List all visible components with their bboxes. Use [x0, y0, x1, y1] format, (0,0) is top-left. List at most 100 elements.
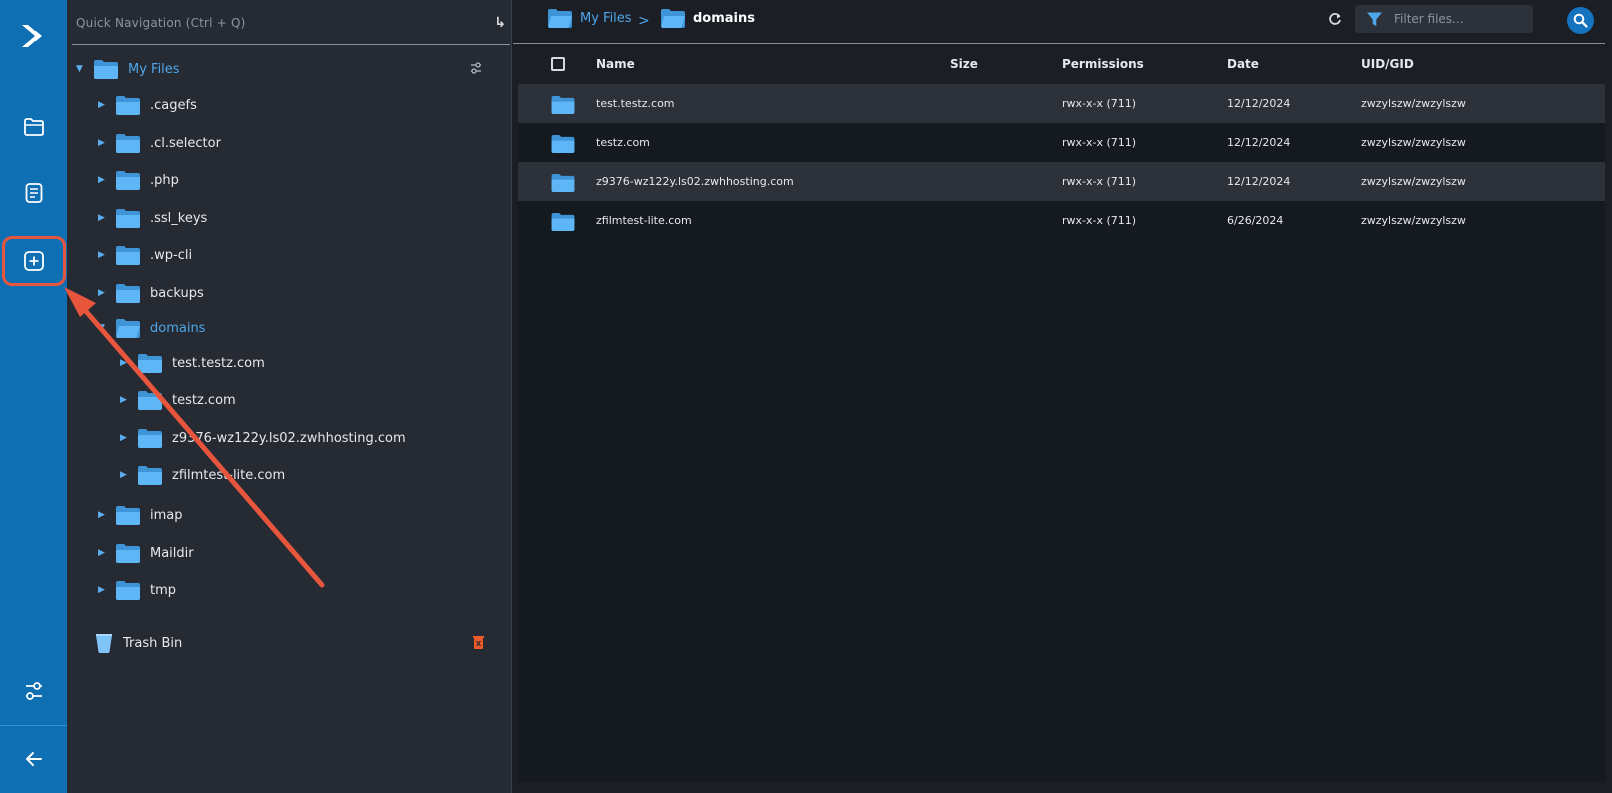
file-manager-app: Quick Navigation (Ctrl + Q) ↳ ▼ My Files…	[0, 0, 1612, 793]
tree-item-test-testz-com[interactable]: ▶ test.testz.com	[120, 346, 265, 380]
rail-new-button[interactable]	[2, 236, 66, 286]
tree-item-trash-bin[interactable]: Trash Bin	[95, 626, 484, 660]
tree-item-wp-cli[interactable]: ▶ .wp-cli	[98, 238, 192, 272]
cell-date: 12/12/2024	[1227, 175, 1291, 188]
search-button[interactable]	[1567, 7, 1594, 34]
folder-icon	[138, 429, 162, 448]
column-header-size[interactable]: Size	[950, 57, 978, 71]
tree-label: .php	[150, 172, 179, 188]
cell-date: 12/12/2024	[1227, 97, 1291, 110]
breadcrumb-label: My Files	[580, 10, 632, 26]
tree-item-php[interactable]: ▶ .php	[98, 163, 179, 197]
cell-date: 12/12/2024	[1227, 136, 1291, 149]
logo-icon	[21, 25, 42, 47]
tree-label: backups	[150, 285, 204, 301]
tree-item-z9376-zwhhosting-com[interactable]: ▶ z9376-wz122y.ls02.zwhhosting.com	[120, 421, 406, 455]
folder-icon	[94, 60, 118, 79]
arrow-left-icon	[25, 752, 42, 766]
tree-label: .ssl_keys	[150, 210, 208, 226]
delete-icon[interactable]	[473, 636, 484, 649]
breadcrumb-domains[interactable]: domains	[661, 8, 755, 28]
trash-icon	[96, 634, 112, 653]
table-row[interactable]: test.testz.com rwx-x-x (711) 12/12/2024 …	[518, 84, 1605, 123]
caret-down-icon[interactable]: ▼	[98, 323, 108, 333]
folder-icon	[548, 9, 572, 28]
folder-icon	[116, 171, 140, 190]
caret-right-icon[interactable]: ▶	[98, 548, 108, 558]
caret-right-icon[interactable]: ▶	[120, 358, 130, 368]
filter-input[interactable]	[1394, 12, 1524, 26]
folder-icon	[116, 506, 140, 525]
tree-item-backups[interactable]: ▶ backups	[98, 276, 204, 310]
rail-back-button[interactable]	[0, 734, 67, 784]
rail-files-button[interactable]	[0, 102, 67, 152]
folder-icon	[138, 391, 162, 410]
caret-right-icon[interactable]: ▶	[120, 395, 130, 405]
column-header-name[interactable]: Name	[596, 57, 635, 71]
caret-right-icon[interactable]: ▶	[98, 175, 108, 185]
caret-right-icon[interactable]: ▶	[98, 250, 108, 260]
caret-right-icon[interactable]: ▶	[98, 213, 108, 223]
tree-item-testz-com[interactable]: ▶ testz.com	[120, 383, 236, 417]
cell-permissions: rwx-x-x (711)	[1062, 97, 1137, 110]
tree-label: .wp-cli	[150, 247, 193, 263]
table-row[interactable]: zfilmtest-lite.com rwx-x-x (711) 6/26/20…	[518, 201, 1605, 240]
tree-item-ssl-keys[interactable]: ▶ .ssl_keys	[98, 201, 207, 235]
tree-item-imap[interactable]: ▶ imap	[98, 498, 183, 532]
folder-icon	[551, 134, 575, 153]
tree-item-maildir[interactable]: ▶ Maildir	[98, 536, 194, 570]
folder-icon	[23, 118, 44, 136]
cell-uid-gid: zwzylszw/zwzylszw	[1361, 175, 1466, 188]
tree-label: testz.com	[172, 392, 236, 408]
caret-right-icon[interactable]: ▶	[98, 585, 108, 595]
tree-label: Maildir	[150, 545, 194, 561]
column-header-uid-gid[interactable]: UID/GID	[1361, 57, 1414, 71]
column-header-permissions[interactable]: Permissions	[1062, 57, 1144, 71]
settings-sliders-icon	[25, 682, 42, 700]
logo-button[interactable]	[0, 12, 67, 60]
tree-label: test.testz.com	[172, 355, 265, 371]
caret-right-icon[interactable]: ▶	[98, 510, 108, 520]
rail-editor-button[interactable]	[0, 168, 67, 218]
refresh-icon[interactable]	[1328, 12, 1342, 26]
cell-permissions: rwx-x-x (711)	[1062, 175, 1137, 188]
caret-right-icon[interactable]: ▶	[98, 288, 108, 298]
rail-settings-button[interactable]	[0, 666, 67, 716]
tune-icon[interactable]	[470, 61, 482, 75]
breadcrumb-my-files[interactable]: My Files	[548, 8, 632, 28]
caret-right-icon[interactable]: ▶	[98, 100, 108, 110]
quick-navigation-go-icon[interactable]: ↳	[494, 15, 506, 31]
column-header-date[interactable]: Date	[1227, 57, 1259, 71]
cell-name: zfilmtest-lite.com	[596, 214, 692, 227]
tree-item-tmp[interactable]: ▶ tmp	[98, 573, 176, 607]
folder-icon	[116, 544, 140, 563]
caret-right-icon[interactable]: ▶	[98, 138, 108, 148]
caret-right-icon[interactable]: ▶	[120, 433, 130, 443]
filter-icon	[1367, 12, 1382, 26]
tree-item-cl-selector[interactable]: ▶ .cl.selector	[98, 126, 221, 160]
tree-label: domains	[150, 320, 206, 336]
folder-icon	[116, 134, 140, 153]
tree-item-domains[interactable]: ▼ domains	[98, 311, 205, 345]
tree-root-my-files[interactable]: ▼ My Files	[76, 52, 482, 86]
folder-icon	[551, 173, 575, 192]
caret-down-icon[interactable]: ▼	[76, 64, 86, 74]
select-all-checkbox[interactable]	[551, 57, 565, 71]
tree-item-cagefs[interactable]: ▶ .cagefs	[98, 88, 197, 122]
table-row[interactable]: z9376-wz122y.ls02.zwhhosting.com rwx-x-x…	[518, 162, 1605, 201]
cell-name: z9376-wz122y.ls02.zwhhosting.com	[596, 175, 794, 188]
tree-label: Trash Bin	[123, 635, 183, 651]
caret-right-icon[interactable]: ▶	[120, 470, 130, 480]
cell-uid-gid: zwzylszw/zwzylszw	[1361, 97, 1466, 110]
folder-icon	[138, 354, 162, 373]
filter-box[interactable]	[1355, 5, 1533, 33]
folder-icon	[116, 246, 140, 265]
tree-label: tmp	[150, 582, 177, 598]
folder-icon	[661, 9, 685, 28]
folder-icon	[116, 284, 140, 303]
file-list-panel: My Files > domains Name Size Permissions	[513, 0, 1612, 793]
tree-item-zfilmtest-lite-com[interactable]: ▶ zfilmtest-lite.com	[120, 458, 285, 492]
cell-name: test.testz.com	[596, 97, 675, 110]
table-row[interactable]: testz.com rwx-x-x (711) 12/12/2024 zwzyl…	[518, 123, 1605, 162]
quick-navigation-input[interactable]: Quick Navigation (Ctrl + Q) ↳	[72, 10, 510, 45]
